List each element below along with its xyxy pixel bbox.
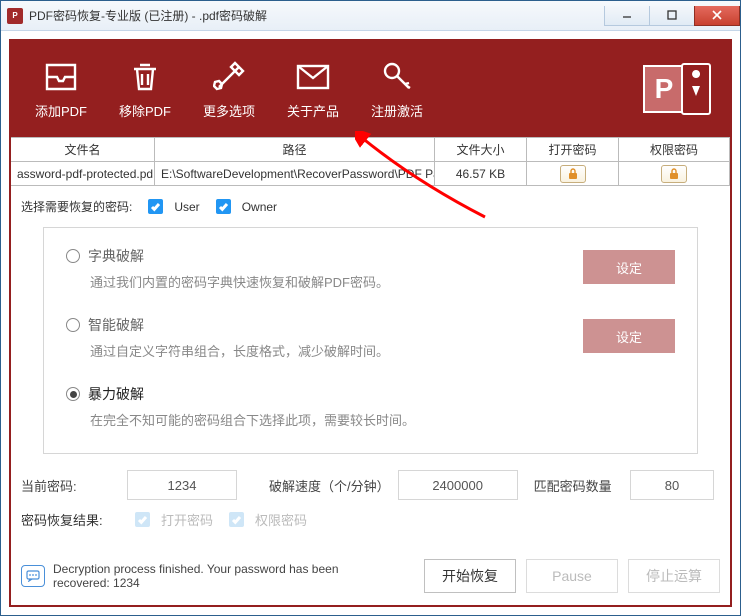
file-table: 文件名 路径 文件大小 打开密码 权限密码 assword-pdf-protec… (11, 137, 730, 186)
stop-button[interactable]: 停止运算 (628, 559, 720, 593)
cell-size: 46.57 KB (435, 162, 527, 186)
password-type-selector: 选择需要恢复的密码: User Owner (11, 186, 730, 221)
col-filename: 文件名 (11, 138, 155, 162)
method-title: 智能破解 (88, 315, 144, 335)
envelope-icon (271, 59, 355, 95)
radio-bruteforce[interactable] (66, 387, 80, 401)
client-area: 添加PDF 移除PDF 更多选项 (1, 31, 740, 615)
select-password-label: 选择需要恢复的密码: (21, 198, 132, 215)
checkbox-user-label: User (174, 200, 199, 214)
checkbox-result-perm (229, 512, 244, 527)
pause-button[interactable]: Pause (526, 559, 618, 593)
toolbar: 添加PDF 移除PDF 更多选项 (11, 41, 730, 137)
checkbox-owner[interactable] (216, 199, 231, 214)
settings-button-smart[interactable]: 设定 (583, 319, 675, 353)
minimize-button[interactable] (604, 6, 650, 26)
cell-perm-pwd (619, 162, 730, 186)
checkbox-result-open (135, 512, 150, 527)
col-path: 路径 (155, 138, 435, 162)
toolbar-more-options[interactable]: 更多选项 (187, 59, 271, 120)
tools-icon (187, 59, 271, 95)
checkbox-owner-label: Owner (242, 200, 277, 214)
speed-label: 破解速度（个/分钟） (269, 476, 390, 495)
close-button[interactable] (694, 6, 740, 26)
toolbar-register[interactable]: 注册激活 (355, 59, 439, 120)
cell-filename: assword-pdf-protected.pd (11, 162, 155, 186)
col-filesize: 文件大小 (435, 138, 527, 162)
table-row[interactable]: assword-pdf-protected.pd E:\SoftwareDeve… (11, 162, 730, 186)
lock-icon (661, 165, 687, 183)
method-desc: 通过自定义字符串组合，长度格式，减少破解时间。 (90, 341, 575, 360)
method-title: 暴力破解 (88, 384, 144, 404)
main-panel: 添加PDF 移除PDF 更多选项 (9, 39, 732, 607)
stats-row: 当前密码: 1234 破解速度（个/分钟） 2400000 匹配密码数量 80 (11, 454, 730, 506)
toolbar-add-pdf[interactable]: 添加PDF (19, 59, 103, 120)
matched-label: 匹配密码数量 (534, 476, 612, 495)
window-title: PDF密码恢复-专业版 (已注册) - .pdf密码破解 (29, 7, 605, 24)
results-row: 密码恢复结果: 打开密码 权限密码 (11, 506, 730, 529)
toolbar-about[interactable]: 关于产品 (271, 59, 355, 120)
current-password-value[interactable]: 1234 (127, 470, 237, 500)
method-dictionary[interactable]: 字典破解 通过我们内置的密码字典快速恢复和破解PDF密码。 设定 (66, 246, 675, 291)
current-password-label: 当前密码: (21, 476, 119, 495)
toolbar-label: 注册激活 (355, 101, 439, 120)
matched-value[interactable]: 80 (630, 470, 714, 500)
toolbar-label: 更多选项 (187, 101, 271, 120)
trash-icon (103, 59, 187, 95)
titlebar: P PDF密码恢复-专业版 (已注册) - .pdf密码破解 (1, 1, 740, 31)
col-permission-password: 权限密码 (619, 138, 730, 162)
lock-icon (560, 165, 586, 183)
toolbar-label: 关于产品 (271, 101, 355, 120)
radio-smart[interactable] (66, 318, 80, 332)
method-desc: 在完全不知可能的密码组合下选择此项，需要较长时间。 (90, 410, 675, 429)
start-button[interactable]: 开始恢复 (424, 559, 516, 593)
result-perm-label: 权限密码 (255, 510, 307, 529)
result-open-label: 打开密码 (161, 510, 213, 529)
settings-button-dictionary[interactable]: 设定 (583, 250, 675, 284)
toolbar-remove-pdf[interactable]: 移除PDF (103, 59, 187, 120)
method-smart[interactable]: 智能破解 通过自定义字符串组合，长度格式，减少破解时间。 设定 (66, 315, 675, 360)
results-label: 密码恢复结果: (21, 510, 119, 529)
method-desc: 通过我们内置的密码字典快速恢复和破解PDF密码。 (90, 272, 575, 291)
method-bruteforce[interactable]: 暴力破解 在完全不知可能的密码组合下选择此项，需要较长时间。 (66, 384, 675, 429)
inbox-icon (19, 59, 103, 95)
speech-bubble-icon (21, 565, 45, 587)
crack-methods-panel: 字典破解 通过我们内置的密码字典快速恢复和破解PDF密码。 设定 智能破解 通过… (43, 227, 698, 454)
radio-dictionary[interactable] (66, 249, 80, 263)
app-icon: P (7, 8, 23, 24)
window-controls (605, 6, 740, 26)
checkbox-user[interactable] (148, 199, 163, 214)
speed-value[interactable]: 2400000 (398, 470, 518, 500)
status-message: Decryption process finished. Your passwo… (21, 562, 414, 590)
cell-open-pwd (527, 162, 619, 186)
product-logo-icon: P (642, 60, 712, 118)
method-title: 字典破解 (88, 246, 144, 266)
toolbar-label: 添加PDF (19, 101, 103, 120)
footer: Decryption process finished. Your passwo… (11, 549, 730, 605)
application-window: P PDF密码恢复-专业版 (已注册) - .pdf密码破解 (0, 0, 741, 616)
status-text: Decryption process finished. Your passwo… (53, 562, 383, 590)
maximize-button[interactable] (649, 6, 695, 26)
key-icon (355, 59, 439, 95)
svg-text:P: P (655, 73, 674, 104)
cell-path: E:\SoftwareDevelopment\RecoverPassword\P… (155, 162, 435, 186)
col-open-password: 打开密码 (527, 138, 619, 162)
table-header-row: 文件名 路径 文件大小 打开密码 权限密码 (11, 138, 730, 162)
toolbar-label: 移除PDF (103, 101, 187, 120)
